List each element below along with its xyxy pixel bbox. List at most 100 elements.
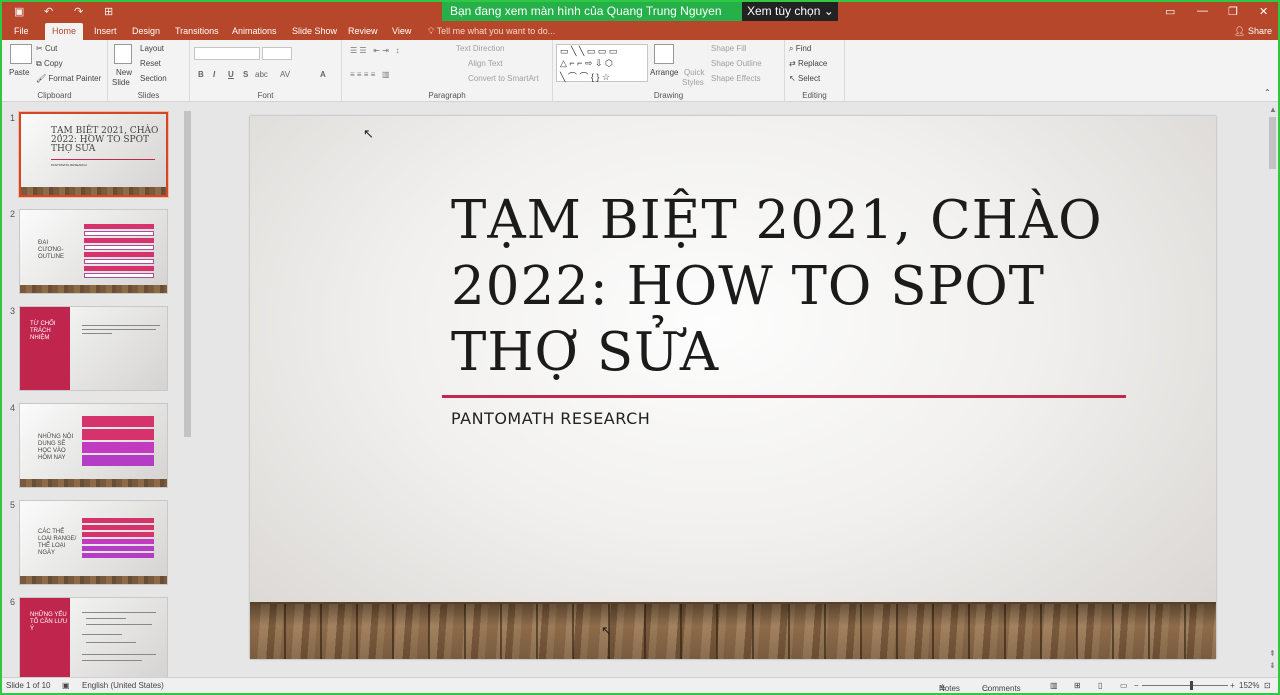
restore-icon[interactable]: ❐ — [1228, 5, 1238, 18]
thumbnail-bar — [84, 245, 154, 250]
mouse-cursor-icon: ↖ — [363, 126, 374, 141]
thumbnail-text-line — [82, 325, 160, 326]
slide-title[interactable]: TẠM BIỆT 2021, CHÀO 2022: HOW TO SPOT TH… — [451, 188, 1171, 386]
shapes-row-1: ▭ ╲ ╲ ▭ ▭ ▭ — [560, 46, 618, 56]
spellcheck-icon[interactable]: ▣ — [62, 681, 70, 690]
slide-thumbnail-1[interactable]: TẠM BIỆT 2021, CHÀO 2022: HOW TO SPOT TH… — [18, 111, 169, 198]
scroll-up-icon[interactable]: ▲ — [1269, 105, 1277, 114]
italic-button[interactable]: I — [213, 70, 215, 79]
cut-button[interactable]: ✂ Cut — [36, 44, 57, 53]
quick-styles-button-2[interactable]: Styles — [682, 78, 704, 87]
tab-slide-show[interactable]: Slide Show — [292, 26, 337, 36]
replace-button[interactable]: ⇄ Replace — [789, 59, 827, 68]
current-slide[interactable]: TẠM BIỆT 2021, CHÀO 2022: HOW TO SPOT TH… — [250, 116, 1216, 659]
powerpoint-window: ▣ ↶ ↷ ⊞ Bạn đang xem màn hình của Quang … — [0, 0, 1280, 695]
tab-review[interactable]: Review — [348, 26, 378, 36]
strikethrough-button[interactable]: S — [243, 70, 248, 79]
zoom-in-icon[interactable]: + — [1230, 681, 1235, 690]
screen-share-banner: Bạn đang xem màn hình của Quang Trung Ng… — [442, 2, 742, 21]
tab-animations[interactable]: Animations — [232, 26, 277, 36]
slide-thumbnail-6[interactable]: NHỮNG YẾU TỐ CẦN LƯU Ý — [19, 597, 168, 682]
shape-outline-button[interactable]: Shape Outline — [711, 59, 762, 68]
tab-design[interactable]: Design — [132, 26, 160, 36]
thumbnail-scrollbar-thumb[interactable] — [184, 111, 191, 437]
minimize-icon[interactable]: — — [1197, 5, 1208, 17]
shapes-row-2: △ ⌐ ⌐ ⇨ ⇩ ⬡ — [560, 58, 613, 68]
text-shadow-button[interactable]: abc — [255, 70, 268, 79]
new-slide-icon[interactable] — [114, 44, 132, 64]
thumbnail-scrollbar[interactable] — [183, 103, 192, 677]
new-slide-button-2[interactable]: Slide — [112, 78, 130, 87]
shape-effects-button[interactable]: Shape Effects — [711, 74, 761, 83]
zoom-slider-thumb[interactable] — [1190, 681, 1193, 690]
underline-button[interactable]: U — [228, 70, 234, 79]
slide-number: 6 — [10, 597, 16, 607]
tab-transitions[interactable]: Transitions — [175, 26, 219, 36]
layout-button[interactable]: Layout — [140, 44, 164, 53]
align-text-button[interactable]: Align Text — [468, 59, 503, 68]
format-painter-button[interactable]: 🖌︎ Format Painter — [36, 74, 101, 83]
thumbnail-bar — [82, 455, 154, 466]
ribbon: Paste ✂ Cut ⧉ Copy 🖌︎ Format Painter Cli… — [2, 40, 1278, 102]
fit-slide-icon[interactable]: ⊡ — [1264, 681, 1271, 690]
slide-thumbnail-3[interactable]: TỪ CHỐI TRÁCH NHIỆM — [19, 306, 168, 391]
collapse-ribbon-icon[interactable]: ⌃ — [1264, 88, 1271, 97]
language[interactable]: English (United States) — [82, 681, 164, 690]
save-icon[interactable]: ▣ — [14, 5, 24, 18]
quick-styles-button[interactable]: Quick — [684, 68, 704, 77]
paste-button[interactable]: Paste — [9, 68, 29, 77]
present-icon[interactable]: ⊞ — [104, 5, 113, 18]
arrange-icon[interactable] — [654, 44, 674, 64]
thumbnail-title: TẠM BIỆT 2021, CHÀO 2022: HOW TO SPOT TH… — [51, 126, 159, 154]
slide-scrollbar[interactable]: ▲ ⇞ ⇟ — [1267, 103, 1278, 677]
new-slide-button[interactable]: New — [116, 68, 132, 77]
undo-icon[interactable]: ↶ — [44, 5, 53, 18]
thumbnail-bar — [82, 553, 154, 558]
ribbon-display-icon[interactable]: ▭ — [1165, 5, 1175, 18]
shape-fill-button[interactable]: Shape Fill — [711, 44, 747, 53]
tab-insert[interactable]: Insert — [94, 26, 117, 36]
zoom-level[interactable]: 152% — [1239, 681, 1259, 690]
slideshow-icon[interactable]: ▭ — [1120, 681, 1128, 690]
font-name-input[interactable] — [194, 47, 260, 60]
thumbnail-title: ĐẠI CƯƠNG- OUTLINE — [38, 240, 65, 260]
slide-thumbnail-4[interactable]: NHỮNG NỘI DUNG SẼ HỌC VÀO HÔM NAY — [19, 403, 168, 488]
close-icon[interactable]: ✕ — [1259, 5, 1268, 18]
font-color-button[interactable]: A — [320, 70, 326, 79]
thumbnail-text-line — [82, 634, 122, 635]
slide-sorter-icon[interactable]: ⊞ — [1074, 681, 1081, 690]
slide-thumbnail-2[interactable]: ĐẠI CƯƠNG- OUTLINE — [19, 209, 168, 294]
tab-home[interactable]: Home — [45, 23, 84, 40]
copy-button[interactable]: ⧉ Copy — [36, 59, 63, 69]
bold-button[interactable]: B — [198, 70, 204, 79]
reset-button[interactable]: Reset — [140, 59, 161, 68]
next-slide-icon[interactable]: ⇟ — [1269, 661, 1276, 670]
tell-me-search[interactable]: 💡︎ Tell me what you want to do... — [428, 26, 555, 37]
shapes-gallery[interactable]: ▭ ╲ ╲ ▭ ▭ ▭ △ ⌐ ⌐ ⇨ ⇩ ⬡ ╲ ⌒ ⌒ { } ☆ — [556, 44, 648, 82]
share-button[interactable]: 👤︎ Share — [1234, 26, 1272, 37]
section-button[interactable]: Section — [140, 74, 167, 83]
previous-slide-icon[interactable]: ⇞ — [1269, 649, 1276, 658]
align-buttons[interactable]: ≡ ≡ ≡ ≡ ▥ — [350, 70, 390, 79]
slide-subtitle[interactable]: PANTOMATH RESEARCH — [451, 409, 650, 428]
arrange-button[interactable]: Arrange — [650, 68, 678, 77]
normal-view-icon[interactable]: ▥ — [1050, 681, 1058, 690]
reading-view-icon[interactable]: ▯ — [1098, 681, 1102, 690]
slide-scrollbar-thumb[interactable] — [1269, 117, 1276, 169]
paste-icon[interactable] — [10, 44, 32, 64]
select-button[interactable]: ↖ Select — [789, 74, 820, 83]
character-spacing-button[interactable]: AV — [280, 70, 290, 79]
zoom-out-icon[interactable]: − — [1134, 681, 1139, 690]
replace-icon: ⇄ — [789, 59, 796, 68]
list-buttons[interactable]: ☰ ☰ ⇤ ⇥ ↕ — [350, 46, 400, 55]
view-options-button[interactable]: Xem tùy chọn ⌄ — [742, 2, 838, 21]
font-size-input[interactable] — [262, 47, 292, 60]
text-direction-button[interactable]: Text Direction — [456, 44, 504, 53]
convert-smartart-button[interactable]: Convert to SmartArt — [468, 74, 539, 83]
find-button[interactable]: ⌕ Find — [789, 44, 811, 54]
tab-view[interactable]: View — [392, 26, 411, 36]
tab-file[interactable]: File — [14, 26, 29, 36]
slide-thumbnail-5[interactable]: CÁC THỂ LOẠI RANGE/ THỂ LOẠI NGÀY — [19, 500, 168, 585]
redo-icon[interactable]: ↷ — [74, 5, 83, 18]
zoom-slider[interactable] — [1142, 685, 1228, 686]
